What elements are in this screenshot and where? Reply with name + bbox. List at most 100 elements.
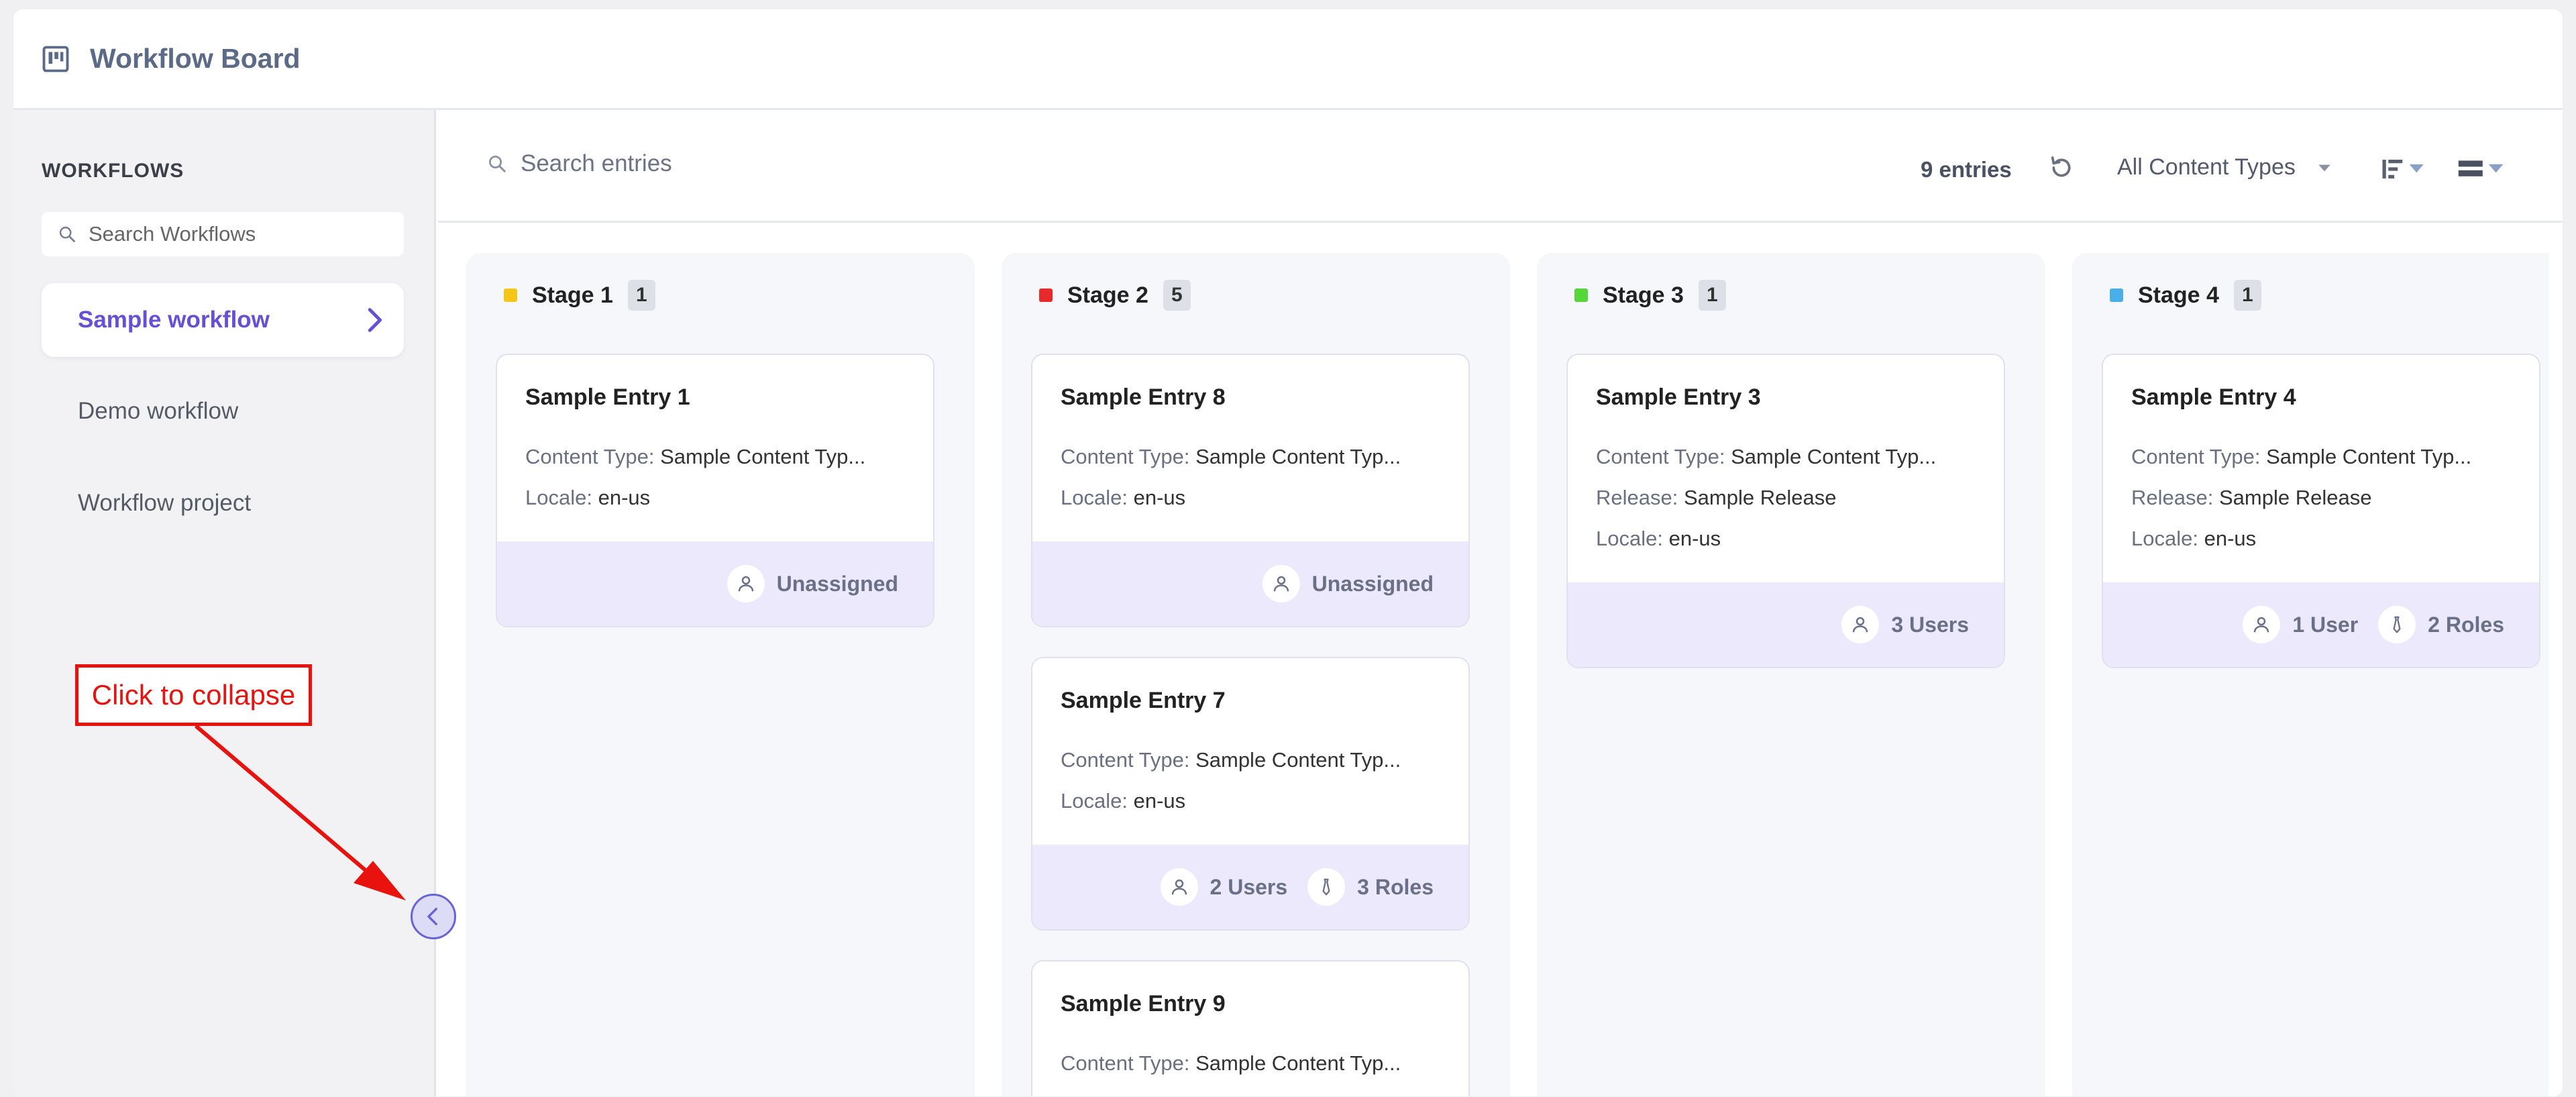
entry-field: Release: Sample Release — [1596, 486, 1836, 510]
entry-field: Content Type: Sample Content Typ... — [1061, 748, 1401, 772]
entry-field-label: Content Type: — [2131, 445, 2261, 468]
stage-color-dot — [504, 289, 517, 302]
entry-title: Sample Entry 4 — [2131, 384, 2296, 410]
tie-icon — [2378, 606, 2416, 643]
entry-card[interactable]: Sample Entry 1 Content Type: Sample Conte… — [496, 354, 934, 627]
entry-field-label: Locale: — [1061, 789, 1128, 813]
entry-field: Content Type: Sample Content Typ... — [525, 445, 865, 469]
sort-icon[interactable] — [2380, 157, 2427, 181]
assignee-label: 3 Roles — [1357, 874, 1434, 899]
collapse-sidebar-button[interactable] — [411, 894, 456, 939]
stage-name: Stage 1 — [532, 282, 613, 308]
entry-field-label: Locale: — [525, 486, 592, 509]
entry-field-value: Sample Content Typ... — [660, 445, 866, 468]
board-icon — [42, 46, 69, 72]
refresh-icon[interactable] — [2048, 154, 2075, 181]
stage-header: Stage 4 1 — [2110, 280, 2261, 311]
content-type-filter-label: All Content Types — [2117, 154, 2296, 180]
entry-field-label: Locale: — [1061, 486, 1128, 509]
entry-title: Sample Entry 3 — [1596, 384, 1761, 410]
user-icon — [727, 565, 765, 603]
stage-header: Stage 3 1 — [1574, 280, 1726, 311]
search-entries-box — [487, 150, 990, 177]
entry-field-label: Release: — [2131, 486, 2214, 509]
view-options-icon[interactable] — [2456, 157, 2507, 181]
entry-assignees: 1 User 2 Roles — [2103, 582, 2539, 667]
sidebar-item-label: Sample workflow — [78, 307, 270, 333]
chevron-left-icon — [427, 907, 437, 926]
entry-field-value: Sample Release — [2218, 486, 2372, 509]
entry-field-label: Locale: — [1596, 527, 1663, 550]
entry-field: Locale: en-us — [525, 486, 650, 510]
assignee-label: 3 Users — [1891, 612, 1969, 637]
entry-field-value: en-us — [1133, 486, 1186, 509]
entry-assignees: 3 Users — [1568, 582, 2004, 667]
entry-field-value: en-us — [1668, 527, 1721, 550]
entry-field-value: en-us — [598, 486, 651, 509]
stage-column: Stage 2 5 Sample Entry 8 Content Type: Samp… — [1002, 253, 1510, 1096]
entry-title: Sample Entry 8 — [1061, 384, 1226, 410]
search-workflows-input[interactable] — [89, 222, 384, 246]
assignee-label: 1 User — [2292, 612, 2359, 637]
stage-count-badge: 5 — [1163, 280, 1191, 311]
sidebar-item-sample-workflow[interactable]: Sample workflow — [42, 283, 404, 357]
stage-count-badge: 1 — [2233, 280, 2261, 311]
sidebar-item-demo-workflow[interactable]: Demo workflow — [42, 374, 404, 448]
entry-card[interactable]: Sample Entry 9 Content Type: Sample Conte… — [1031, 960, 1470, 1096]
stage-column: Stage 1 1 Sample Entry 1 Content Type: Samp… — [466, 253, 975, 1096]
entry-card[interactable]: Sample Entry 4 Content Type: Sample Conte… — [2102, 354, 2540, 668]
stage-name: Stage 4 — [2138, 282, 2219, 308]
user-icon — [1160, 868, 1198, 906]
entry-field: Locale: en-us — [2131, 527, 2256, 551]
entry-field-value: Sample Content Typ... — [1195, 748, 1401, 772]
stage-column: Stage 4 1 Sample Entry 4 Content Type: Samp… — [2072, 253, 2548, 1096]
workflow-sidebar: WORKFLOWS Sample workflow Demo workflow … — [13, 110, 436, 1096]
stage-header: Stage 1 1 — [504, 280, 655, 311]
assignee-chip[interactable]: 2 Users — [1160, 868, 1287, 906]
stage-color-dot — [1574, 289, 1588, 302]
search-icon — [59, 226, 75, 242]
stage-count-badge: 1 — [627, 280, 655, 311]
entry-field: Content Type: Sample Content Typ... — [1061, 445, 1401, 469]
stages-board: Stage 1 1 Sample Entry 1 Content Type: Samp… — [438, 225, 2548, 1096]
content-type-filter[interactable]: All Content Types — [2117, 154, 2333, 180]
entry-card[interactable]: Sample Entry 8 Content Type: Sample Conte… — [1031, 354, 1470, 627]
entry-field-label: Content Type: — [1061, 1051, 1190, 1075]
entry-field-value: Sample Release — [1683, 486, 1837, 509]
search-entries-input[interactable] — [521, 150, 990, 177]
user-icon — [2243, 606, 2281, 643]
chevron-right-icon — [368, 308, 382, 332]
assignee-chip[interactable]: 3 Users — [1841, 606, 1969, 643]
board-main: 9 entries All Content Types — [438, 110, 2563, 1096]
assignee-label: 2 Roles — [2428, 612, 2504, 637]
entry-field-value: Sample Content Typ... — [2266, 445, 2472, 468]
assignee-chip[interactable]: Unassigned — [1262, 565, 1434, 603]
entry-field-value: en-us — [2204, 527, 2257, 550]
assignee-chip[interactable]: 3 Roles — [1307, 868, 1434, 906]
entry-field: Release: Sample Release — [2131, 486, 2371, 510]
entry-field-label: Content Type: — [525, 445, 655, 468]
entry-field-label: Content Type: — [1596, 445, 1725, 468]
stage-name: Stage 3 — [1603, 282, 1684, 308]
assignee-chip[interactable]: Unassigned — [727, 565, 898, 603]
entry-title: Sample Entry 1 — [525, 384, 690, 410]
search-workflows-box — [42, 212, 404, 256]
page-title: Workflow Board — [90, 43, 301, 74]
assignee-chip[interactable]: 1 User — [2243, 606, 2358, 643]
sidebar-item-workflow-project[interactable]: Workflow project — [42, 466, 404, 540]
top-bar: Workflow Board — [13, 9, 2563, 110]
sidebar-item-label: Workflow project — [78, 490, 252, 516]
stage-name: Stage 2 — [1067, 282, 1148, 308]
entry-card[interactable]: Sample Entry 3 Content Type: Sample Conte… — [1566, 354, 2005, 668]
board-toolbar: 9 entries All Content Types — [438, 110, 2563, 223]
entry-field-value: Sample Content Typ... — [1195, 1051, 1401, 1075]
sidebar-item-label: Demo workflow — [78, 398, 239, 424]
entry-field: Locale: en-us — [1061, 486, 1185, 510]
entry-field-label: Release: — [1596, 486, 1678, 509]
tie-icon — [1307, 868, 1346, 906]
entry-field: Locale: en-us — [1596, 527, 1721, 551]
entry-card[interactable]: Sample Entry 7 Content Type: Sample Conte… — [1031, 657, 1470, 931]
assignee-chip[interactable]: 2 Roles — [2378, 606, 2504, 643]
entry-field: Content Type: Sample Content Typ... — [1596, 445, 1936, 469]
entries-count: 9 entries — [1921, 157, 2012, 182]
